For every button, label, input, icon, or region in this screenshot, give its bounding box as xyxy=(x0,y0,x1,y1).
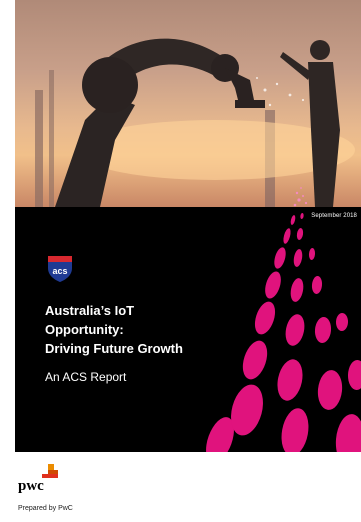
title-line-3: Driving Future Growth xyxy=(45,341,183,356)
report-subtitle: An ACS Report xyxy=(45,370,127,384)
report-date: September 2018 xyxy=(311,213,357,219)
acs-logo-icon: acs xyxy=(48,256,72,282)
report-cover: September 2018 xyxy=(15,0,361,452)
prepared-by-text: Prepared by PwC xyxy=(18,505,73,512)
pwc-wordmark: pwc xyxy=(18,478,44,494)
title-line-2: Opportunity: xyxy=(45,322,124,337)
title-line-1: Australia’s IoT xyxy=(45,303,135,318)
acs-logo-text: acs xyxy=(52,266,67,276)
magenta-data-stream-graphic xyxy=(206,187,361,452)
report-title: Australia’s IoT Opportunity: Driving Fut… xyxy=(45,301,235,358)
